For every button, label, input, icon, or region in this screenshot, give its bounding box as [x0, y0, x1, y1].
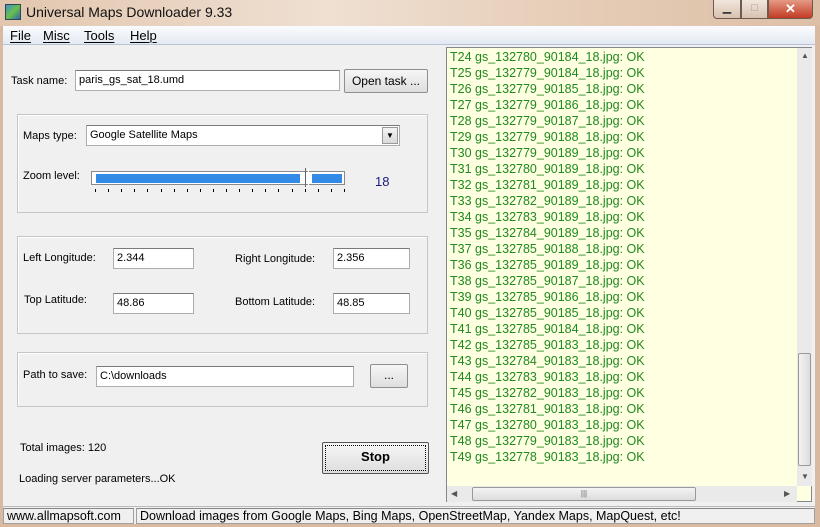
zoom-level-label: Zoom level:: [23, 170, 80, 182]
menu-help[interactable]: Help: [130, 28, 157, 43]
left-longitude-label: Left Longitude:: [23, 252, 96, 264]
maps-type-select[interactable]: Google Satellite Maps ▼: [86, 125, 400, 146]
total-images-text: Total images: 120: [20, 442, 107, 454]
slider-tick: [239, 189, 241, 192]
slider-tick: [160, 189, 162, 192]
app-globe-icon: [5, 4, 21, 20]
log-line: T36 gs_132785_90189_18.jpg: OK: [450, 258, 645, 272]
scroll-left-icon[interactable]: ◀: [451, 489, 457, 498]
close-button[interactable]: ✕: [768, 0, 813, 19]
status-website: www.allmapsoft.com: [3, 508, 134, 524]
status-message: Download images from Google Maps, Bing M…: [136, 508, 815, 524]
menu-file[interactable]: File: [10, 28, 31, 43]
horizontal-scroll-thumb[interactable]: |||: [472, 487, 696, 501]
log-line: T35 gs_132784_90189_18.jpg: OK: [450, 226, 645, 240]
slider-tick: [330, 189, 332, 192]
download-log[interactable]: T24 gs_132780_90184_18.jpg: OK T25 gs_132…: [446, 47, 812, 502]
loading-status-text: Loading server parameters...OK: [19, 473, 176, 485]
task-name-label: Task name:: [11, 75, 68, 87]
log-line: T48 gs_132779_90183_18.jpg: OK: [450, 434, 645, 448]
log-line: T30 gs_132779_90189_18.jpg: OK: [450, 146, 645, 160]
slider-tick: [278, 189, 280, 192]
slider-tick: [317, 189, 319, 192]
log-line: T39 gs_132785_90186_18.jpg: OK: [450, 290, 645, 304]
bottom-latitude-label: Bottom Latitude:: [235, 296, 316, 308]
left-longitude-input[interactable]: 2.344: [113, 248, 194, 269]
log-line: T38 gs_132785_90187_18.jpg: OK: [450, 274, 645, 288]
slider-tick: [121, 189, 123, 192]
slider-tick: [265, 189, 267, 192]
slider-tick: [147, 189, 149, 192]
log-line: T27 gs_132779_90186_18.jpg: OK: [450, 98, 645, 112]
title-bar[interactable]: Universal Maps Downloader 9.33 ▁ □ ✕: [0, 0, 820, 26]
path-to-save-label: Path to save:: [23, 369, 88, 381]
scroll-up-icon[interactable]: ▲: [801, 51, 809, 60]
log-line: T40 gs_132785_90185_18.jpg: OK: [450, 306, 645, 320]
status-bar: www.allmapsoft.com Download images from …: [3, 506, 815, 524]
vertical-scroll-thumb[interactable]: [798, 353, 811, 466]
log-line: T26 gs_132779_90185_18.jpg: OK: [450, 82, 645, 96]
log-line: T47 gs_132780_90183_18.jpg: OK: [450, 418, 645, 432]
window-title: Universal Maps Downloader 9.33: [26, 4, 233, 20]
log-line: T24 gs_132780_90184_18.jpg: OK: [450, 50, 645, 64]
top-latitude-label: Top Latitude:: [24, 294, 87, 306]
log-line: T41 gs_132785_90184_18.jpg: OK: [450, 322, 645, 336]
maximize-button[interactable]: □: [741, 0, 768, 19]
top-latitude-input[interactable]: 48.86: [113, 293, 194, 314]
log-line: T45 gs_132782_90183_18.jpg: OK: [450, 386, 645, 400]
bottom-latitude-input[interactable]: 48.85: [333, 293, 410, 314]
chevron-down-icon[interactable]: ▼: [382, 127, 398, 144]
maps-type-value: Google Satellite Maps: [90, 129, 198, 141]
slider-tick: [186, 189, 188, 192]
browse-path-button[interactable]: ...: [370, 364, 408, 388]
log-line: T31 gs_132780_90189_18.jpg: OK: [450, 162, 645, 176]
maps-type-label: Maps type:: [23, 130, 77, 142]
stop-button[interactable]: Stop: [322, 442, 429, 474]
slider-tick: [212, 189, 214, 192]
slider-tick: [134, 189, 136, 192]
slider-tick: [291, 189, 293, 192]
right-longitude-input[interactable]: 2.356: [333, 248, 410, 269]
slider-tick: [252, 189, 254, 192]
log-line: T46 gs_132781_90183_18.jpg: OK: [450, 402, 645, 416]
log-line: T34 gs_132783_90189_18.jpg: OK: [450, 210, 645, 224]
slider-tick: [173, 189, 175, 192]
zoom-slider-fill-right: [312, 174, 342, 183]
slider-tick: [95, 189, 96, 192]
right-longitude-label: Right Longitude:: [235, 253, 316, 265]
log-line: T37 gs_132785_90188_18.jpg: OK: [450, 242, 645, 256]
log-line: T33 gs_132782_90189_18.jpg: OK: [450, 194, 645, 208]
menu-misc[interactable]: Misc: [43, 28, 70, 43]
log-line: T49 gs_132778_90183_18.jpg: OK: [450, 450, 645, 464]
path-to-save-input[interactable]: C:\downloads: [96, 366, 354, 387]
task-name-input[interactable]: paris_gs_sat_18.umd: [75, 70, 340, 91]
open-task-button[interactable]: Open task ...: [344, 69, 428, 93]
slider-tick: [226, 189, 228, 192]
log-line: T25 gs_132779_90184_18.jpg: OK: [450, 66, 645, 80]
zoom-slider-thumb[interactable]: [305, 168, 309, 187]
log-line: T29 gs_132779_90188_18.jpg: OK: [450, 130, 645, 144]
log-line: T44 gs_132783_90183_18.jpg: OK: [450, 370, 645, 384]
menu-tools[interactable]: Tools: [84, 28, 114, 43]
scroll-right-icon[interactable]: ▶: [784, 489, 790, 498]
log-line: T28 gs_132779_90187_18.jpg: OK: [450, 114, 645, 128]
vertical-scrollbar[interactable]: ▲ ▼: [797, 48, 812, 486]
zoom-level-value: 18: [375, 174, 390, 189]
log-line: T42 gs_132785_90183_18.jpg: OK: [450, 338, 645, 352]
minimize-button[interactable]: ▁: [713, 0, 741, 19]
log-line: T43 gs_132784_90183_18.jpg: OK: [450, 354, 645, 368]
slider-tick: [108, 189, 110, 192]
menu-bar: File Misc Tools Help: [3, 26, 815, 45]
slider-tick: [199, 189, 201, 192]
horizontal-scrollbar[interactable]: ◀ ||| ▶: [447, 486, 797, 502]
log-line: T32 gs_132781_90189_18.jpg: OK: [450, 178, 645, 192]
zoom-slider-fill-left: [96, 174, 300, 183]
slider-tick: [344, 189, 345, 192]
slider-tick: [304, 189, 306, 192]
scroll-down-icon[interactable]: ▼: [801, 472, 809, 481]
